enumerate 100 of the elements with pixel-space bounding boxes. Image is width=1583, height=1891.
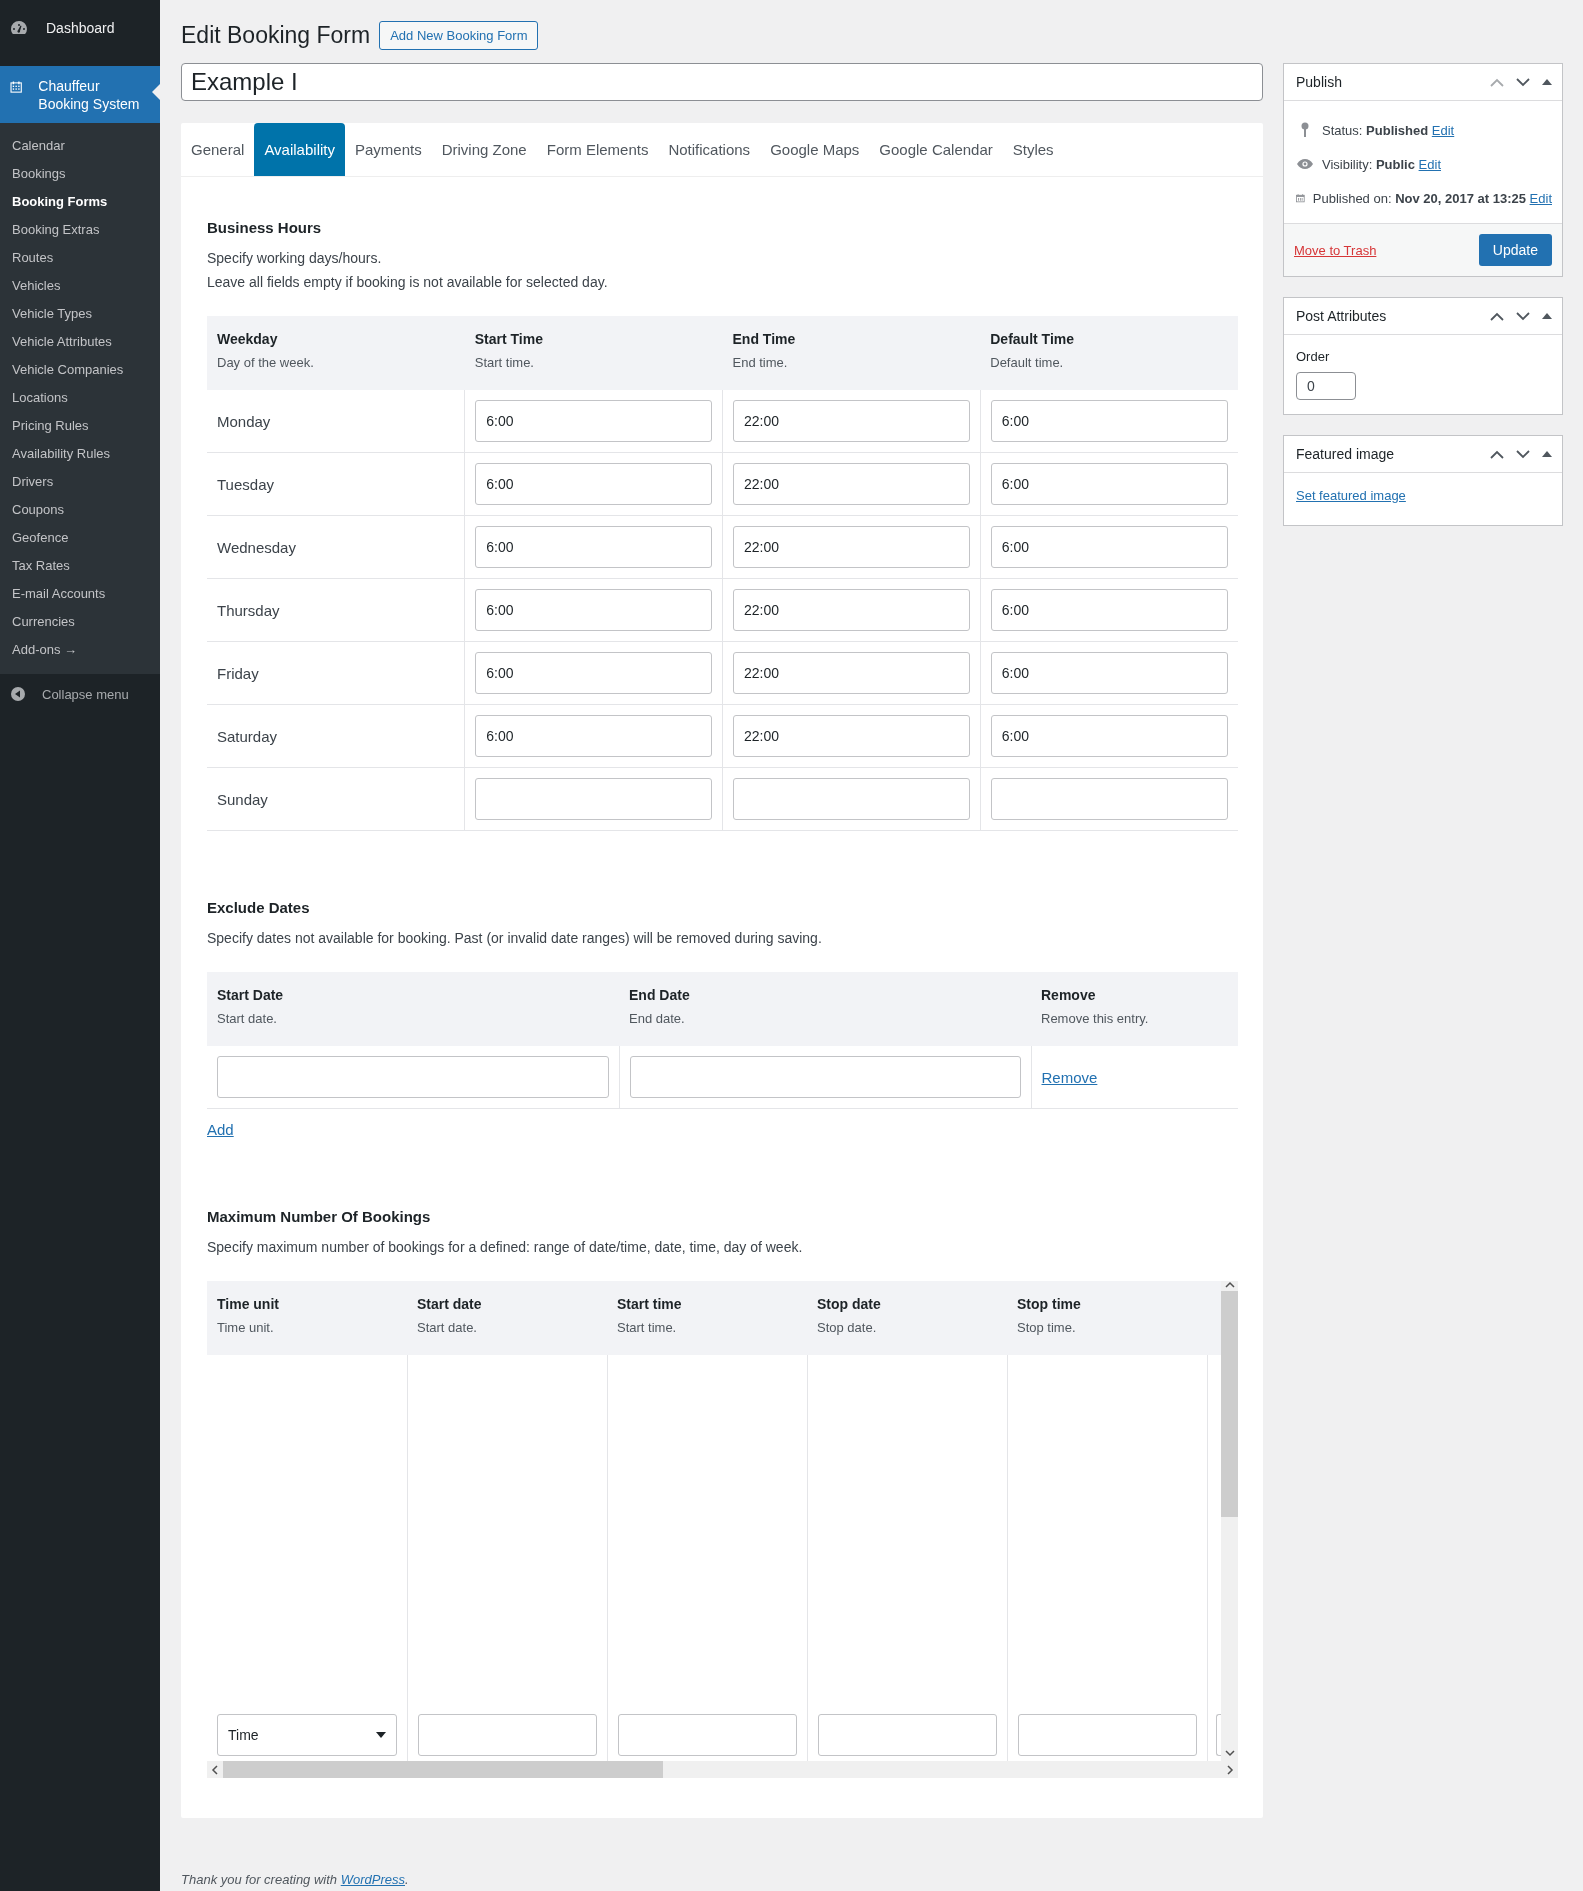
chevron-down-icon[interactable] [1516, 311, 1530, 321]
sidebar-item[interactable]: E-mail Accounts [0, 580, 160, 608]
caret-icon [375, 1732, 386, 1738]
time-field[interactable]: 22:00 [733, 652, 970, 694]
sidebar-item[interactable]: Booking Extras [0, 216, 160, 244]
sidebar-item[interactable]: Calendar [0, 132, 160, 160]
column-title: Start Date [217, 986, 285, 1005]
time-field[interactable]: 6:00 [990, 589, 1228, 631]
column-title: Start time [617, 1295, 683, 1314]
tab[interactable]: General [181, 123, 255, 176]
time-field[interactable] [475, 778, 712, 820]
sidebar-item[interactable]: Add-ons → [0, 636, 160, 664]
publish-info: Published on: Nov 20, 2017 at 13:25 Edit [1312, 190, 1552, 206]
move-to-trash-link[interactable]: Move to Trash [1294, 242, 1377, 258]
section-description: Leave all fields empty if booking is not available for selected day. [207, 273, 609, 292]
sidebar-item[interactable]: Vehicle Types [0, 300, 160, 328]
input-field[interactable] [617, 1714, 797, 1756]
column-title: Start date [417, 1295, 483, 1314]
tab[interactable]: Google Calendar [869, 123, 1003, 176]
time-field[interactable]: 22:00 [733, 463, 970, 505]
column-hint: Default time. [990, 354, 1065, 372]
sidebar-item[interactable]: Tax Rates [0, 552, 160, 580]
edit-link[interactable]: Edit [1431, 122, 1455, 138]
add-new-button[interactable]: Add New Booking Form [379, 20, 539, 50]
edit-link[interactable]: Edit [1418, 156, 1441, 172]
sidebar-item[interactable]: Drivers [0, 468, 160, 496]
column-title: Stop time [1017, 1295, 1082, 1314]
input-field[interactable] [817, 1714, 997, 1756]
section-title: Business Hours [207, 219, 323, 236]
column-hint: Start date. [217, 1010, 278, 1028]
tab[interactable]: Styles [1002, 123, 1064, 176]
time-field[interactable]: 6:00 [990, 715, 1228, 757]
date-field[interactable] [629, 1056, 1021, 1098]
dashboard-menu-item[interactable]: Dashboard [0, 0, 160, 56]
footer-credit: Thank you for creating with WordPress. [181, 1872, 410, 1887]
sidebar-item[interactable]: Currencies [0, 608, 160, 636]
title-field[interactable]: Example I [181, 63, 1263, 101]
wordpress-link[interactable]: WordPress [340, 1872, 405, 1887]
input-field[interactable] [417, 1714, 597, 1756]
section-description: Specify working days/hours. [207, 249, 383, 268]
page-title: Edit Booking Form [181, 21, 371, 49]
chevron-down-icon[interactable] [1516, 77, 1530, 87]
time-field[interactable] [733, 778, 970, 820]
time-field[interactable]: 6:00 [475, 652, 712, 694]
triangle-up-icon[interactable] [1542, 79, 1552, 85]
tab[interactable]: Payments [344, 123, 432, 176]
time-field[interactable]: 22:00 [733, 715, 970, 757]
tab[interactable]: Driving Zone [431, 123, 537, 176]
sidebar-item[interactable]: Availability Rules [0, 440, 160, 468]
time-field[interactable]: 6:00 [475, 589, 712, 631]
sidebar-item[interactable]: Vehicle Companies [0, 356, 160, 384]
sidebar-item[interactable]: Locations [0, 384, 160, 412]
time-unit-select[interactable]: Time [217, 1714, 397, 1756]
sidebar-item[interactable]: Pricing Rules [0, 412, 160, 440]
tab[interactable]: Notifications [658, 123, 761, 176]
time-field[interactable]: 6:00 [475, 526, 712, 568]
sidebar-item[interactable]: Bookings [0, 160, 160, 188]
time-field[interactable]: 22:00 [733, 526, 970, 568]
chevron-down-icon[interactable] [1516, 449, 1530, 459]
input-field[interactable] [1017, 1714, 1197, 1756]
chevron-up-icon[interactable] [1490, 311, 1504, 321]
triangle-up-icon[interactable] [1542, 451, 1552, 457]
edit-link[interactable]: Edit [1529, 190, 1552, 206]
time-field[interactable]: 6:00 [990, 463, 1228, 505]
time-field[interactable]: 6:00 [990, 526, 1228, 568]
tab[interactable]: Google Maps [760, 123, 870, 176]
vertical-scrollbar[interactable] [1221, 1281, 1238, 1761]
chevron-up-icon[interactable] [1490, 449, 1504, 459]
order-field[interactable]: 0 [1296, 372, 1356, 400]
time-field[interactable]: 6:00 [990, 400, 1228, 442]
time-field[interactable]: 6:00 [990, 652, 1228, 694]
tab[interactable]: Availability [254, 123, 345, 176]
plugin-menu-item[interactable]: Chauffeur Booking System [0, 66, 160, 123]
time-field[interactable]: 22:00 [733, 400, 970, 442]
update-button[interactable]: Update [1478, 234, 1552, 266]
horizontal-scrollbar[interactable] [207, 1761, 1238, 1778]
triangle-up-icon[interactable] [1542, 313, 1552, 319]
sidebar-item[interactable]: Vehicles [0, 272, 160, 300]
time-field[interactable]: 6:00 [475, 463, 712, 505]
time-field[interactable]: 6:00 [475, 715, 712, 757]
sidebar-item[interactable]: Coupons [0, 496, 160, 524]
sidebar-item[interactable]: Vehicle Attributes [0, 328, 160, 356]
set-featured-image-link[interactable]: Set featured image [1296, 488, 1406, 503]
column-title: Stop date [817, 1295, 882, 1314]
column-title: Weekday [217, 330, 279, 349]
order-label: Order [1296, 349, 1331, 364]
date-field[interactable] [217, 1056, 609, 1098]
publish-info: Status: Published Edit [1322, 122, 1455, 138]
time-field[interactable] [990, 778, 1228, 820]
remove-link[interactable]: Remove [1041, 1068, 1098, 1086]
collapse-menu-button[interactable]: Collapse menu [0, 674, 160, 714]
tab[interactable]: Form Elements [536, 123, 659, 176]
column-hint: Start time. [474, 354, 535, 372]
column-title: End Date [629, 986, 691, 1005]
sidebar-item[interactable]: Routes [0, 244, 160, 272]
time-field[interactable]: 22:00 [733, 589, 970, 631]
time-field[interactable]: 6:00 [475, 400, 712, 442]
sidebar-item[interactable]: Booking Forms [0, 188, 160, 216]
add-link[interactable]: Add [207, 1121, 234, 1138]
sidebar-item[interactable]: Geofence [0, 524, 160, 552]
